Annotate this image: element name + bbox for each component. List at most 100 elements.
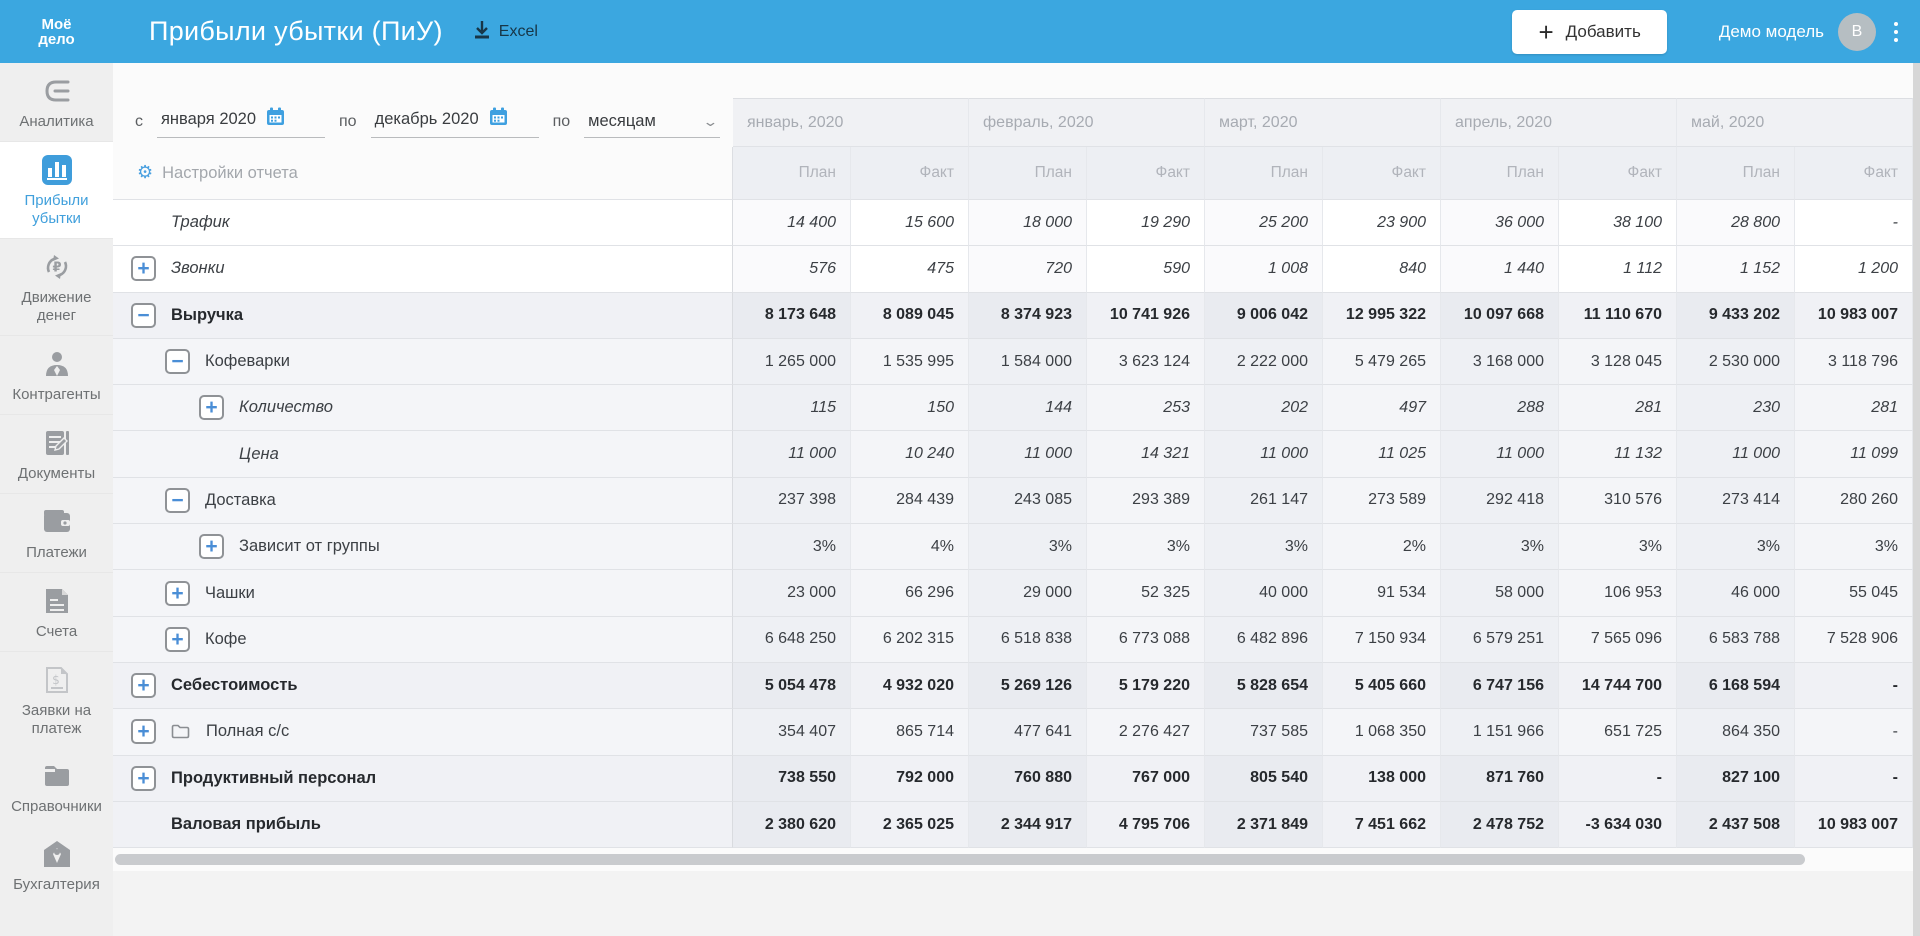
- plan-value-cell: 5 828 654: [1205, 662, 1323, 710]
- fact-value-cell: 281: [1795, 385, 1913, 432]
- plan-value-cell: 1 265 000: [733, 338, 851, 386]
- row-label: + Чашки: [113, 570, 733, 617]
- fact-value-cell: 4 932 020: [851, 662, 969, 710]
- fact-value-cell: 2%: [1323, 524, 1441, 571]
- fact-value-cell: -: [1795, 200, 1913, 247]
- logo-line2: дело: [38, 30, 75, 48]
- fact-value-cell: 10 983 007: [1795, 292, 1913, 339]
- expand-toggle[interactable]: +: [131, 256, 156, 282]
- add-button[interactable]: + Добавить: [1512, 9, 1667, 54]
- expand-toggle[interactable]: +: [165, 626, 190, 652]
- plan-value-cell: 14 400: [733, 200, 851, 247]
- excel-export-button[interactable]: Excel: [473, 20, 538, 44]
- fact-value-cell: 8 089 045: [851, 292, 969, 339]
- plan-value-cell: 3%: [1441, 524, 1559, 571]
- fact-column-header: Факт: [1323, 147, 1441, 200]
- date-from-field[interactable]: января 2020: [157, 107, 325, 138]
- horizontal-scrollbar[interactable]: [115, 854, 1805, 865]
- month-header: май, 2020: [1677, 98, 1913, 147]
- row-label: − Выручка: [113, 292, 733, 339]
- expand-toggle[interactable]: +: [131, 673, 156, 699]
- fact-value-cell: 23 900: [1323, 200, 1441, 247]
- sidebar-item-analytics[interactable]: Аналитика: [0, 63, 113, 142]
- fact-value-cell: 865 714: [851, 709, 969, 756]
- date-to-field[interactable]: декабрь 2020: [370, 107, 539, 138]
- expand-toggle[interactable]: +: [199, 395, 224, 421]
- plan-value-cell: 2 222 000: [1205, 338, 1323, 386]
- app-logo[interactable]: Моё дело: [0, 17, 113, 47]
- fact-value-cell: 10 240: [851, 431, 969, 478]
- fact-value-cell: 10 983 007: [1795, 801, 1913, 849]
- avatar[interactable]: В: [1838, 12, 1876, 51]
- sidebar-item-cashflow[interactable]: ₽ Движение денег: [0, 239, 113, 336]
- collapse-toggle[interactable]: −: [131, 302, 156, 328]
- pnl-icon: [41, 154, 73, 186]
- plan-value-cell: 8 374 923: [969, 292, 1087, 339]
- sidebar-item-requests[interactable]: $ Заявки на платеж: [0, 652, 113, 748]
- sidebar-item-invoices[interactable]: Счета: [0, 573, 113, 652]
- plan-value-cell: 1 152: [1677, 246, 1795, 293]
- plan-value-cell: 3%: [733, 524, 851, 571]
- period-select[interactable]: месяцам ⌄: [584, 112, 721, 138]
- fact-value-cell: 2 365 025: [851, 801, 969, 849]
- fact-column-header: Факт: [851, 147, 969, 200]
- row-label-text: Кофеварки: [205, 352, 290, 371]
- plan-value-cell: 720: [969, 246, 1087, 293]
- row-label-text: Полная с/с: [206, 722, 290, 741]
- fact-value-cell: 11 132: [1559, 431, 1677, 478]
- fact-value-cell: 280 260: [1795, 477, 1913, 525]
- analytics-icon: [42, 75, 72, 107]
- fact-column-header: Факт: [1087, 147, 1205, 200]
- report-settings-label: Настройки отчета: [162, 163, 298, 182]
- collapse-toggle[interactable]: −: [165, 349, 190, 375]
- sidebar-item-pnl[interactable]: Прибыли убытки: [0, 142, 113, 239]
- expand-toggle[interactable]: +: [131, 719, 156, 745]
- plan-column-header: План: [1441, 147, 1559, 200]
- chevron-down-icon: ⌄: [702, 113, 719, 129]
- plan-value-cell: 9 433 202: [1677, 292, 1795, 339]
- sidebar-item-label: Счета: [35, 623, 78, 640]
- vertical-scrollbar[interactable]: [1913, 63, 1920, 936]
- fact-value-cell: 5 405 660: [1323, 662, 1441, 710]
- sidebar-item-label: Справочники: [11, 798, 102, 815]
- expand-toggle[interactable]: +: [199, 534, 224, 560]
- folder-icon: [171, 724, 191, 739]
- sidebar-item-accounting[interactable]: Бухгалтерия: [0, 826, 113, 904]
- plan-value-cell: 1 440: [1441, 246, 1559, 293]
- fact-value-cell: 767 000: [1087, 755, 1205, 802]
- plan-value-cell: 5 269 126: [969, 662, 1087, 710]
- fact-value-cell: 651 725: [1559, 709, 1677, 756]
- fact-value-cell: 10 741 926: [1087, 292, 1205, 339]
- account-menu[interactable]: Демо модель В: [1719, 12, 1876, 51]
- kebab-menu-icon[interactable]: [1890, 16, 1908, 48]
- fact-value-cell: 150: [851, 385, 969, 432]
- row-label: + Зависит от группы: [113, 524, 733, 571]
- plan-value-cell: 144: [969, 385, 1087, 432]
- plan-value-cell: 36 000: [1441, 200, 1559, 247]
- calendar-icon[interactable]: [266, 107, 285, 131]
- plan-value-cell: 11 000: [1677, 431, 1795, 478]
- plan-value-cell: 2 530 000: [1677, 338, 1795, 386]
- row-label-text: Доставка: [205, 490, 276, 509]
- sidebar-item-contractors[interactable]: Контрагенты: [0, 336, 113, 415]
- sidebar-item-catalogs[interactable]: Справочники: [0, 748, 113, 826]
- expand-toggle[interactable]: +: [165, 580, 190, 606]
- period-label: по: [552, 113, 571, 130]
- report-settings-button[interactable]: ⚙ Настройки отчета: [113, 164, 298, 183]
- plan-value-cell: 58 000: [1441, 570, 1559, 617]
- date-to-value: декабрь 2020: [374, 109, 479, 128]
- sidebar-item-payments[interactable]: Платежи: [0, 494, 113, 573]
- sidebar-item-documents[interactable]: Документы: [0, 415, 113, 494]
- plan-value-cell: 9 006 042: [1205, 292, 1323, 339]
- fact-value-cell: 11 025: [1323, 431, 1441, 478]
- plan-value-cell: 6 583 788: [1677, 616, 1795, 663]
- fact-value-cell: 1 068 350: [1323, 709, 1441, 756]
- expand-toggle[interactable]: +: [131, 765, 156, 791]
- plan-value-cell: 6 648 250: [733, 616, 851, 663]
- calendar-icon[interactable]: [489, 107, 508, 131]
- plan-value-cell: 6 518 838: [969, 616, 1087, 663]
- plan-value-cell: 11 000: [1205, 431, 1323, 478]
- accounting-icon: [43, 838, 71, 870]
- collapse-toggle[interactable]: −: [165, 487, 190, 513]
- fact-value-cell: 3%: [1087, 524, 1205, 571]
